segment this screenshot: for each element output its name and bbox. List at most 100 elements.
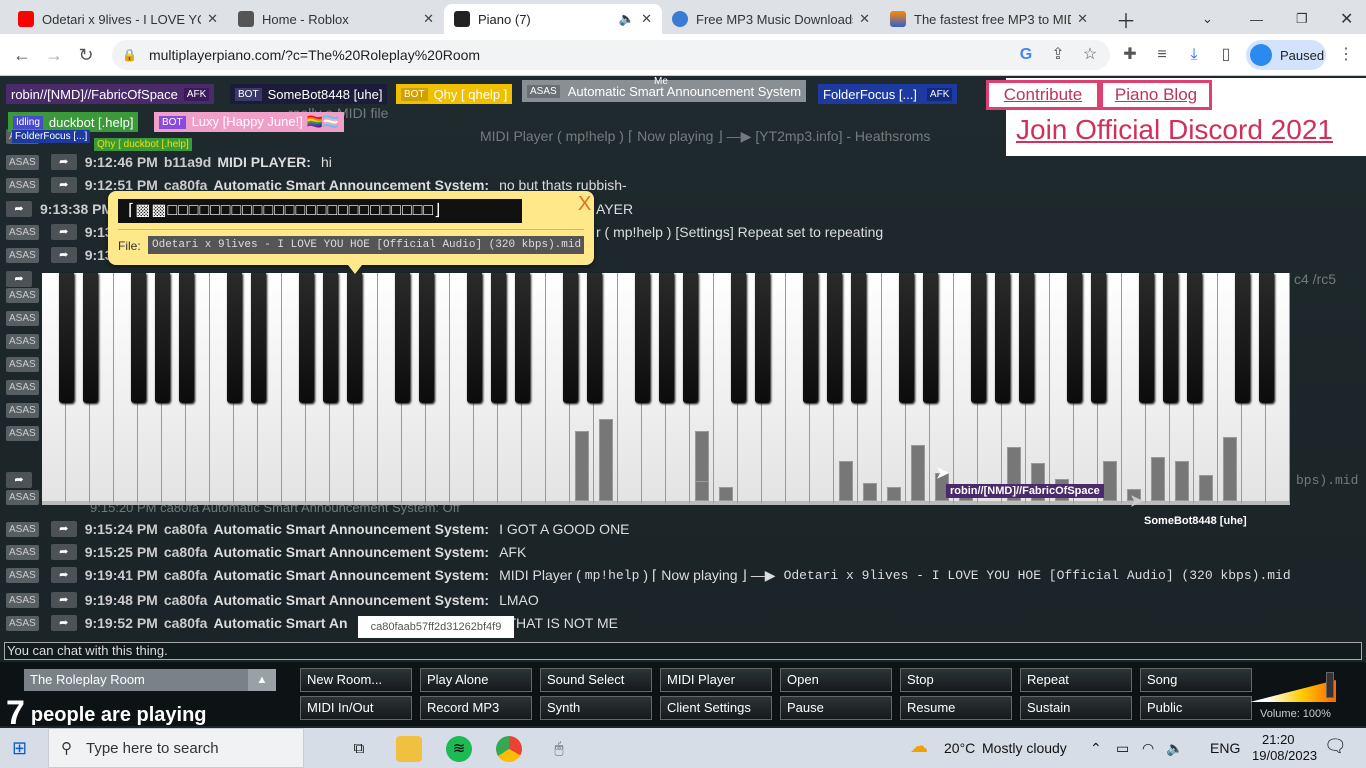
reply-arrow-icon[interactable]: ➦ <box>50 154 77 170</box>
new-tab-button[interactable]: ＋ <box>1106 4 1136 34</box>
repeat-button[interactable]: Repeat <box>1020 668 1132 692</box>
chat-user-id[interactable]: ca80fa <box>164 544 208 560</box>
black-key[interactable] <box>83 273 98 403</box>
reply-arrow-icon[interactable]: ➦ <box>6 271 32 287</box>
chat-user-id[interactable]: ca80fa <box>164 592 208 608</box>
weather-icon[interactable]: ☁ <box>910 736 928 757</box>
record-mp3-button[interactable]: Record MP3 <box>420 696 532 720</box>
windows-start-icon[interactable]: ⊞ <box>12 738 32 758</box>
black-key[interactable] <box>755 273 770 403</box>
reply-arrow-icon[interactable]: ➦ <box>50 224 77 240</box>
share-icon[interactable]: ⇪ <box>1046 43 1070 67</box>
reply-arrow-icon[interactable]: ➦ <box>50 567 77 583</box>
sound-select-button[interactable]: Sound Select <box>540 668 652 692</box>
black-key[interactable] <box>347 273 362 403</box>
notification-icon[interactable]: 🗨 <box>1324 736 1347 757</box>
reply-arrow-icon[interactable]: ➦ <box>50 592 77 608</box>
taskbar-search[interactable]: ⚲ Type here to search <box>48 728 304 768</box>
close-icon[interactable]: ✕ <box>207 11 218 27</box>
reply-arrow-icon[interactable]: ➦ <box>6 201 32 217</box>
close-icon[interactable]: ✕ <box>423 11 434 27</box>
reply-arrow-icon[interactable]: ➦ <box>50 544 77 560</box>
speaker-icon[interactable]: 🔈 <box>1166 740 1183 757</box>
black-key[interactable] <box>131 273 146 403</box>
tab-midi[interactable]: The fastest free MP3 to MIDI ✕ <box>880 4 1098 34</box>
close-icon[interactable]: ✕ <box>641 11 652 27</box>
menu-icon[interactable]: ⋮ <box>1334 43 1358 67</box>
black-key[interactable] <box>155 273 170 403</box>
url-field[interactable]: 🔒 multiplayerpiano.com/?c=The%20Roleplay… <box>112 40 1110 70</box>
battery-icon[interactable]: ▭ <box>1116 740 1129 757</box>
black-key[interactable] <box>515 273 530 403</box>
clock-date[interactable]: 19/08/2023 <box>1252 748 1317 763</box>
black-key[interactable] <box>251 273 266 403</box>
discord-link[interactable]: Join Official Discord 2021 <box>1016 114 1333 146</box>
black-key[interactable] <box>491 273 506 403</box>
black-key[interactable] <box>1139 273 1154 403</box>
forward-icon[interactable]: → <box>42 43 66 67</box>
volume-slider[interactable]: Volume: 100% <box>1250 672 1340 722</box>
wifi-icon[interactable]: ◠ <box>1142 740 1154 757</box>
player-somebot[interactable]: BOT SomeBot8448 [uhe] <box>230 84 388 104</box>
stop-button[interactable]: Stop <box>900 668 1012 692</box>
chat-user-id[interactable]: b11a9d <box>164 154 211 170</box>
black-key[interactable] <box>923 273 938 403</box>
piano-keyboard[interactable] <box>42 273 1290 505</box>
black-key[interactable] <box>683 273 698 403</box>
black-key[interactable] <box>635 273 650 403</box>
reload-icon[interactable]: ↻ <box>74 43 98 67</box>
player-luxy[interactable]: BOT Luxy [Happy June!] 🏳️‍🌈🏳️‍⚧ <box>154 112 344 132</box>
language-indicator[interactable]: ENG <box>1210 740 1240 756</box>
piano-blog-link[interactable]: Piano Blog <box>1100 80 1212 110</box>
close-icon[interactable]: X <box>578 193 591 216</box>
black-key[interactable] <box>179 273 194 403</box>
minimize-icon[interactable]: — <box>1240 4 1264 34</box>
player-qhy[interactable]: BOT Qhy [ qhelp ] <box>396 84 513 104</box>
reply-arrow-icon[interactable]: ➦ <box>50 521 77 537</box>
black-key[interactable] <box>1091 273 1106 403</box>
window-close-icon[interactable]: ✕ <box>1330 4 1354 34</box>
open-button[interactable]: Open <box>780 668 892 692</box>
black-key[interactable] <box>731 273 746 403</box>
synth-button[interactable]: Synth <box>540 696 652 720</box>
bookmark-star-icon[interactable]: ☆ <box>1078 43 1102 67</box>
side-panel-icon[interactable]: ▯ <box>1214 43 1238 67</box>
black-key[interactable] <box>587 273 602 403</box>
black-key[interactable] <box>1163 273 1178 403</box>
chat-user-id[interactable]: ca80fa <box>164 615 208 631</box>
tray-chevron-icon[interactable]: ⌃ <box>1090 740 1102 757</box>
reply-arrow-icon[interactable]: ➦ <box>50 247 77 263</box>
tab-search-icon[interactable]: ⌄ <box>1192 4 1220 34</box>
song-button[interactable]: Song <box>1140 668 1252 692</box>
black-key[interactable] <box>851 273 866 403</box>
spotify-icon[interactable]: ≋ <box>446 736 472 762</box>
contribute-link[interactable]: Contribute <box>986 80 1100 110</box>
google-icon[interactable]: G <box>1014 43 1038 67</box>
black-key[interactable] <box>899 273 914 403</box>
download-icon[interactable]: ⤓ <box>1182 43 1206 67</box>
chrome-icon[interactable] <box>496 736 522 762</box>
mouse-icon[interactable]: 🖱 <box>546 736 572 762</box>
maximize-icon[interactable]: ❐ <box>1286 4 1310 34</box>
black-key[interactable] <box>467 273 482 403</box>
sustain-button[interactable]: Sustain <box>1020 696 1132 720</box>
black-key[interactable] <box>419 273 434 403</box>
rules-link[interactable]: Rules <box>1320 80 1353 95</box>
extensions-icon[interactable]: ✚ <box>1118 43 1142 67</box>
player-duckbot[interactable]: Idling duckbot [.help] <box>8 112 139 132</box>
midi-in-out-button[interactable]: MIDI In/Out <box>300 696 412 720</box>
back-icon[interactable]: ← <box>10 43 34 67</box>
profile-button[interactable]: Paused <box>1246 40 1326 70</box>
midi-player-button[interactable]: MIDI Player <box>660 668 772 692</box>
black-key[interactable] <box>1259 273 1274 403</box>
black-key[interactable] <box>395 273 410 403</box>
file-explorer-icon[interactable] <box>396 736 422 762</box>
black-key[interactable] <box>563 273 578 403</box>
clock-time[interactable]: 21:20 <box>1262 732 1295 747</box>
resume-button[interactable]: Resume <box>900 696 1012 720</box>
player-robin[interactable]: robin//[NMD]//FabricOfSpace AFK <box>6 84 215 104</box>
black-key[interactable] <box>227 273 242 403</box>
client-settings-button[interactable]: Client Settings <box>660 696 772 720</box>
black-key[interactable] <box>659 273 674 403</box>
black-key[interactable] <box>1187 273 1202 403</box>
